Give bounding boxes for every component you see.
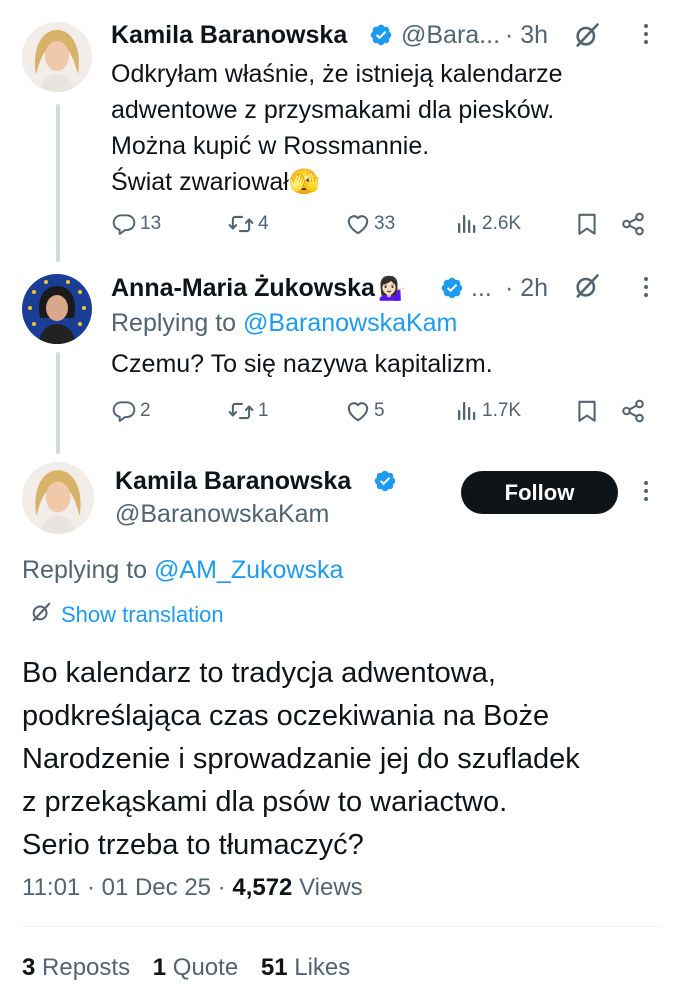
author-handle[interactable]: ... [471,274,492,303]
tweet-date: 01 Dec 25 [101,874,212,901]
replying-to: Replying to @AM_Zukowska [22,556,343,585]
quotes-label: Quote [172,954,239,981]
follow-button[interactable]: Follow [461,471,618,514]
quotes-stat[interactable]: 1 Quote [153,954,238,981]
quotes-total: 1 [152,954,167,981]
reply-button[interactable]: 2 [111,398,151,424]
share-icon[interactable] [620,211,646,242]
tweet-text-line: Serio trzeba to tłumaczyć? [22,829,364,861]
replying-to: Replying to @BaranowskaKam [111,309,457,338]
divider [22,926,660,927]
views-count: 2.6K [482,213,522,234]
tweet-text-line: Odkryłam właśnie, że istnieją kalendarze [111,60,563,88]
author-name[interactable]: Kamila Baranowska [111,21,347,50]
tweet-text-line: adwentowe z przysmakami dla piesków. [111,96,555,124]
tweet-text-line: Narodzenie i sprowadzanie jej do szuflad… [22,743,580,775]
likes-label: Likes [294,954,351,981]
tweet-text-line: Można kupić w Rossmannie. [111,132,430,160]
tweet-time[interactable]: · 3h [505,21,548,50]
tweet-time[interactable]: · 2h [505,274,548,303]
like-button[interactable]: 5 [345,398,385,424]
tweet-text-line: Świat zwariował [111,168,289,196]
views-icon [455,398,479,424]
tweet-text-line: podkreślająca czas oczekiwania na Boże [22,700,550,732]
repost-button[interactable]: 4 [227,211,269,237]
like-button[interactable]: 33 [345,211,395,237]
bookmark-icon[interactable] [574,398,600,429]
more-options-icon[interactable] [640,24,652,44]
tweet-timestamp[interactable]: 11:01 · 01 Dec 25 · 4,572 Views [22,874,363,902]
avatar[interactable] [22,274,92,344]
repost-count: 4 [258,213,269,234]
reposts-stat[interactable]: 3 Reposts [22,954,130,981]
show-translation-link[interactable]: Show translation [30,601,224,628]
views-label: Views [299,874,363,901]
more-options-icon[interactable] [640,277,652,297]
tweet-text: Odkryłam właśnie, że istnieją kalendarze… [111,56,656,200]
emoji: 💁🏻‍♀️ [377,275,407,301]
verified-badge-icon [369,23,393,47]
views-icon [455,211,479,237]
reply-icon [111,398,137,424]
more-options-icon[interactable] [640,481,652,501]
reply-count: 13 [140,213,162,234]
repost-icon [227,398,255,424]
reply-button[interactable]: 13 [111,211,161,237]
reply-count: 2 [140,400,151,421]
main-tweet-text: Bo kalendarz to tradycja adwentowa, podk… [22,652,672,867]
likes-stat[interactable]: 51 Likes [261,954,350,981]
tweet-time: 11:01 [22,874,81,901]
grok-icon[interactable] [573,272,601,305]
replying-to-label: Replying to [22,556,148,584]
author-name[interactable]: Kamila Baranowska [115,467,351,496]
heart-icon [345,398,371,424]
repost-button[interactable]: 1 [227,398,269,424]
bookmark-icon[interactable] [574,211,600,242]
views-button[interactable]: 2.6K [455,211,521,237]
engagement-stats: 3 Reposts 1 Quote 51 Likes [22,954,350,982]
globe-icon [30,601,52,628]
heart-icon [345,211,371,237]
likes-total: 51 [260,954,288,981]
share-icon[interactable] [620,398,646,429]
thread-line [56,104,60,262]
like-count: 33 [374,213,396,234]
reposts-total: 3 [22,954,36,981]
repost-count: 1 [258,400,269,421]
verified-badge-icon [440,276,464,300]
replying-to-handle-link[interactable]: @BaranowskaKam [243,309,457,337]
replying-to-handle-link[interactable]: @AM_Zukowska [154,556,343,584]
avatar[interactable] [22,22,92,92]
author-handle[interactable]: @Bara... [401,21,500,50]
tweet-text-line: Bo kalendarz to tradycja adwentowa, [22,657,496,689]
views-button[interactable]: 1.7K [455,398,521,424]
author-name-text: Anna-Maria Żukowska [111,274,375,302]
reposts-label: Reposts [42,954,131,981]
show-translation-label: Show translation [61,601,224,627]
author-name[interactable]: Anna-Maria Żukowska 💁🏻‍♀️ [111,274,407,303]
grok-icon[interactable] [573,21,601,54]
views-total: 4,572 [232,874,293,901]
like-count: 5 [374,400,385,421]
replying-to-label: Replying to [111,309,237,337]
verified-badge-icon [373,469,397,493]
reply-icon [111,211,137,237]
thread-line [56,352,60,454]
repost-icon [227,211,255,237]
tweet-text: Czemu? To się nazywa kapitalizm. [111,350,493,378]
author-handle[interactable]: @BaranowskaKam [115,500,329,529]
views-count: 1.7K [482,400,522,421]
avatar[interactable] [22,462,94,534]
emoji: 🫣 [288,168,320,196]
tweet-text-line: z przekąskami dla psów to wariactwo. [22,786,508,818]
